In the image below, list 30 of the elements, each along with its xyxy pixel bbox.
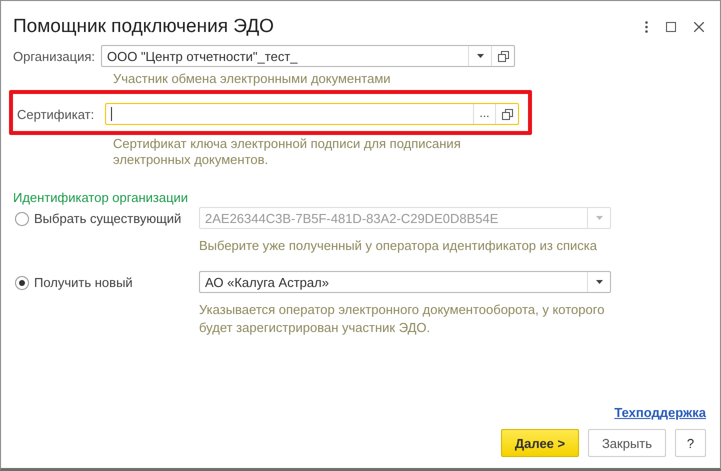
input-field[interactable]: ... xyxy=(105,103,519,125)
hint-text: Сертификат ключа электронной подписи для подписания электронных документов. xyxy=(113,136,462,168)
caret-icon xyxy=(476,54,484,58)
hint-text: Указывается оператор электронного документооборота, у которого будет зарегистрирован участник ЭДО. xyxy=(199,301,606,337)
group-title: Идентификатор организации xyxy=(13,190,190,205)
field-label: Организация: xyxy=(13,48,96,64)
close-icon[interactable] xyxy=(694,22,704,32)
close-button[interactable]: Закрыть xyxy=(588,429,666,457)
help-button[interactable]: ? xyxy=(675,429,706,457)
radio-button[interactable] xyxy=(15,276,29,290)
next-button[interactable]: Далее > xyxy=(501,429,579,457)
text-cursor xyxy=(111,107,112,121)
open-window-icon xyxy=(502,108,512,120)
input-field[interactable]: ООО "Центр отчетности"_тест_ xyxy=(101,45,515,67)
maximize-icon[interactable] xyxy=(666,22,676,32)
field-value: ООО "Центр отчетности"_тест_ xyxy=(107,48,298,64)
field-label: Сертификат: xyxy=(17,106,96,122)
more-icon[interactable] xyxy=(645,21,648,33)
radio-label[interactable]: Получить новый xyxy=(34,275,133,290)
input-field[interactable]: АО «Калуга Астрал» xyxy=(199,271,611,293)
hint-text: Выберите уже полученный у оператора идентификатор из списка xyxy=(199,237,598,255)
open-window-icon xyxy=(498,50,508,62)
support-link[interactable]: Техподдержка xyxy=(614,405,706,420)
choose-button[interactable]: ... xyxy=(473,104,495,124)
hint-text: Участник обмена электронными документами xyxy=(113,71,392,87)
caret-icon xyxy=(596,216,602,220)
field-value: 2AE26344C3B-7B5F-481D-83A2-C29DE0D8B54E xyxy=(205,210,498,226)
window-title: Помощник подключения ЭДО xyxy=(13,16,275,38)
caret-icon xyxy=(596,280,602,284)
field-value: АО «Калуга Астрал» xyxy=(205,274,329,290)
